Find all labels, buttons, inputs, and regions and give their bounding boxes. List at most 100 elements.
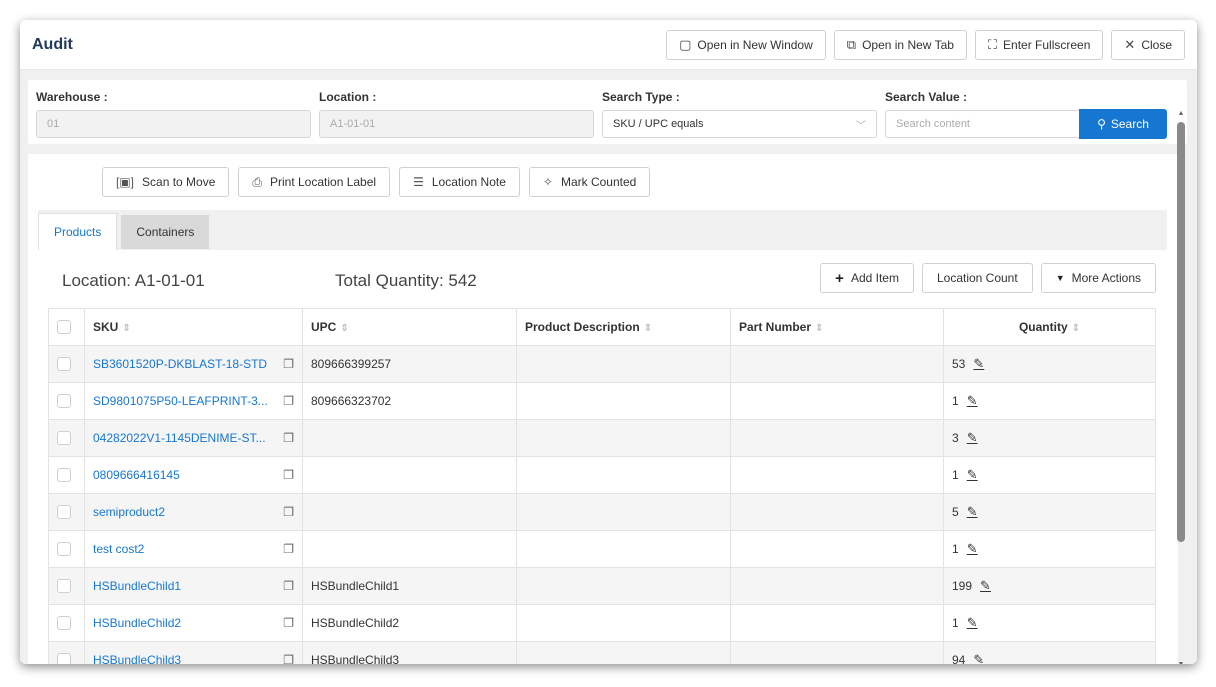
open-new-tab-button[interactable]: ⧉ Open in New Tab	[833, 29, 967, 60]
table-row[interactable]: 0809666416145 ❐ 1 ✎	[48, 456, 1156, 494]
search-type-select[interactable]: SKU / UPC equals ﹀	[602, 110, 877, 138]
table-row[interactable]: 04282022V1-1145DENIME-ST... ❐ 3 ✎	[48, 419, 1156, 457]
column-header-upc[interactable]: UPC ⇕	[302, 308, 517, 346]
sort-icon[interactable]: ⇕	[644, 323, 652, 334]
row-checkbox[interactable]	[57, 394, 71, 409]
edit-icon[interactable]: ✎	[973, 356, 984, 372]
part-number-cell	[730, 530, 944, 568]
copy-icon[interactable]: ❐	[283, 579, 294, 593]
copy-icon[interactable]: ❐	[283, 468, 294, 482]
row-checkbox[interactable]	[57, 616, 71, 631]
table-row[interactable]: HSBundleChild3 ❐ HSBundleChild3 94 ✎	[48, 641, 1156, 664]
location-note-button[interactable]: ☰ Location Note	[399, 167, 520, 197]
quantity-cell: 1 ✎	[943, 530, 1156, 568]
search-button-label: Search	[1110, 117, 1149, 131]
row-checkbox[interactable]	[57, 431, 71, 446]
column-header-description[interactable]: Product Description ⇕	[516, 308, 731, 346]
edit-icon[interactable]: ✎	[967, 615, 978, 631]
table-row[interactable]: SD9801075P50-LEAFPRINT-3... ❐ 8096663237…	[48, 382, 1156, 420]
open-new-window-button[interactable]: ▢ Open in New Window	[666, 29, 826, 60]
sort-icon[interactable]: ⇕	[815, 323, 823, 334]
sku-link[interactable]: 04282022V1-1145DENIME-ST...	[93, 431, 266, 445]
sort-icon[interactable]: ⇕	[122, 323, 130, 334]
quantity-value: 5	[952, 505, 959, 519]
edit-icon[interactable]: ✎	[967, 393, 978, 409]
select-all-checkbox[interactable]	[57, 320, 71, 335]
sku-link[interactable]: SD9801075P50-LEAFPRINT-3...	[93, 394, 268, 408]
edit-icon[interactable]: ✎	[973, 652, 984, 664]
sku-link[interactable]: SB3601520P-DKBLAST-18-STD	[93, 357, 267, 371]
edit-icon[interactable]: ✎	[980, 578, 991, 594]
description-cell	[516, 493, 731, 531]
edit-icon[interactable]: ✎	[967, 541, 978, 557]
location-count-button[interactable]: Location Count	[921, 263, 1033, 293]
scrollbar-thumb[interactable]	[1177, 122, 1185, 542]
chevron-down-icon: ﹀	[856, 120, 866, 132]
sku-link[interactable]: 0809666416145	[93, 468, 180, 482]
row-checkbox[interactable]	[57, 579, 71, 594]
scan-to-move-button[interactable]: [▣] Scan to Move	[102, 167, 230, 197]
close-button[interactable]: ✕ Close	[1111, 29, 1185, 60]
column-header-quantity[interactable]: Quantity ⇕	[943, 308, 1156, 346]
edit-icon[interactable]: ✎	[967, 467, 978, 483]
search-input[interactable]: Search content	[885, 110, 1079, 138]
row-checkbox[interactable]	[57, 653, 71, 664]
table-row[interactable]: semiproduct2 ❐ 5 ✎	[48, 493, 1156, 531]
vertical-scrollbar[interactable]: ▲ ▼	[1177, 110, 1185, 664]
quantity-cell: 199 ✎	[943, 567, 1156, 605]
copy-icon[interactable]: ❐	[283, 394, 294, 408]
row-checkbox[interactable]	[57, 542, 71, 557]
row-checkbox[interactable]	[57, 468, 71, 483]
column-label: Product Description	[525, 320, 640, 334]
more-actions-button[interactable]: ▼ More Actions	[1040, 263, 1156, 293]
sku-link[interactable]: HSBundleChild2	[93, 616, 181, 630]
add-item-button[interactable]: + Add Item	[820, 263, 914, 293]
table-row[interactable]: SB3601520P-DKBLAST-18-STD ❐ 809666399257…	[48, 345, 1156, 383]
scroll-up-icon[interactable]: ▲	[1177, 110, 1185, 117]
sort-icon[interactable]: ⇕	[1072, 323, 1080, 334]
tab-products[interactable]: Products	[38, 213, 118, 250]
column-header-part-number[interactable]: Part Number ⇕	[730, 308, 944, 346]
quantity-cell: 94 ✎	[943, 641, 1156, 664]
warehouse-input[interactable]: 01	[36, 110, 311, 138]
tab-containers[interactable]: Containers	[121, 215, 210, 249]
row-checkbox[interactable]	[57, 505, 71, 520]
copy-icon[interactable]: ❐	[283, 431, 294, 445]
copy-icon[interactable]: ❐	[283, 616, 294, 630]
location-input[interactable]: A1-01-01	[319, 110, 594, 138]
column-header-sku[interactable]: SKU ⇕	[84, 308, 303, 346]
row-select-cell	[48, 456, 85, 494]
search-value-label: Search Value :	[885, 90, 968, 104]
description-cell	[516, 345, 731, 383]
copy-icon[interactable]: ❐	[283, 653, 294, 664]
table-row[interactable]: HSBundleChild1 ❐ HSBundleChild1 199 ✎	[48, 567, 1156, 605]
copy-icon[interactable]: ❐	[283, 357, 294, 371]
scroll-down-icon[interactable]: ▼	[1177, 661, 1185, 664]
sku-wrap: 04282022V1-1145DENIME-ST... ❐	[93, 431, 294, 445]
upc-cell: 809666399257	[302, 345, 517, 383]
sku-link[interactable]: HSBundleChild3	[93, 653, 181, 664]
copy-icon[interactable]: ❐	[283, 542, 294, 556]
sku-link[interactable]: semiproduct2	[93, 505, 165, 519]
sku-link[interactable]: HSBundleChild1	[93, 579, 181, 593]
copy-icon[interactable]: ❐	[283, 505, 294, 519]
search-button[interactable]: ⚲ Search	[1079, 109, 1167, 139]
modal-body: Warehouse : 01 Location : A1-01-01 Searc…	[20, 70, 1197, 664]
mark-counted-label: Mark Counted	[560, 175, 637, 189]
quantity-wrap: 94 ✎	[952, 652, 1147, 664]
table-row[interactable]: test cost2 ❐ 1 ✎	[48, 530, 1156, 568]
quantity-wrap: 53 ✎	[952, 356, 1147, 372]
table-row[interactable]: HSBundleChild2 ❐ HSBundleChild2 1 ✎	[48, 604, 1156, 642]
sort-icon[interactable]: ⇕	[340, 323, 348, 334]
table-body: SB3601520P-DKBLAST-18-STD ❐ 809666399257…	[48, 345, 1156, 664]
edit-icon[interactable]: ✎	[967, 430, 978, 446]
enter-fullscreen-button[interactable]: ⛶ Enter Fullscreen	[974, 29, 1104, 60]
row-checkbox[interactable]	[57, 357, 71, 372]
mark-counted-button[interactable]: ✧ Mark Counted	[528, 167, 651, 197]
tab-bar: Products Containers	[38, 210, 1167, 250]
edit-icon[interactable]: ✎	[967, 504, 978, 520]
quantity-value: 1	[952, 542, 959, 556]
sku-cell: test cost2 ❐	[84, 530, 303, 568]
print-location-label-button[interactable]: ⎙ Print Location Label	[238, 167, 391, 197]
sku-link[interactable]: test cost2	[93, 542, 144, 556]
